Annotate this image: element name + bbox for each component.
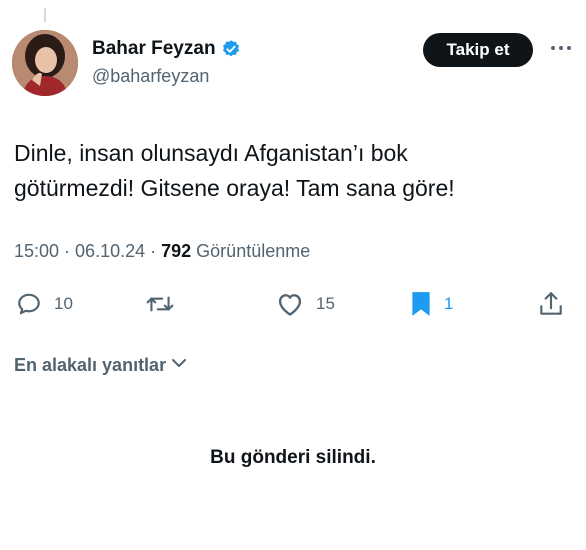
reply-count: 10	[54, 294, 73, 313]
share-button[interactable]	[538, 284, 564, 324]
follow-button[interactable]: Takip et	[423, 33, 533, 67]
more-icon[interactable]	[544, 36, 578, 60]
author-name-row: Bahar Feyzan	[92, 38, 241, 60]
meta-separator: ·	[64, 241, 71, 261]
views-label: Görüntülenme	[196, 241, 311, 261]
like-count: 15	[316, 294, 335, 313]
meta-separator: ·	[150, 241, 157, 261]
tweet-actions-bar: 10 15 1	[0, 284, 586, 324]
bookmark-icon	[410, 290, 432, 318]
like-button[interactable]: 15	[276, 284, 335, 324]
replies-sort-label: En alakalı yanıtlar	[14, 355, 167, 375]
author-handle[interactable]: @baharfeyzan	[92, 66, 209, 87]
tweet-text-line: Dinle, insan olunsaydı Afganistan’ı bok	[14, 140, 408, 166]
reply-button[interactable]: 10	[16, 284, 73, 324]
retweet-button[interactable]	[145, 284, 187, 324]
like-icon	[276, 291, 304, 317]
bookmark-button[interactable]: 1	[410, 284, 453, 324]
verified-badge-icon	[221, 39, 241, 59]
replies-sort-dropdown[interactable]: En alakalı yanıtlar	[14, 354, 188, 377]
tweet-text-line: götürmezdi! Gitsene oraya! Tam sana göre…	[14, 175, 455, 201]
views-count[interactable]: 792	[161, 241, 191, 262]
reply-icon	[16, 291, 42, 317]
avatar[interactable]	[12, 30, 78, 96]
chevron-down-icon	[170, 354, 188, 377]
tweet-date[interactable]: 06.10.24	[75, 241, 145, 262]
deleted-post-notice: Bu gönderi silindi.	[210, 447, 376, 468]
display-name[interactable]: Bahar Feyzan	[92, 38, 216, 60]
tweet-text: Dinle, insan olunsaydı Afganistan’ı bok …	[14, 136, 574, 206]
retweet-icon	[145, 291, 175, 317]
bookmark-count: 1	[444, 294, 454, 313]
tweet-time[interactable]: 15:00	[14, 241, 59, 262]
thread-connector-line	[44, 8, 46, 22]
share-icon	[538, 290, 564, 318]
tweet-meta: 15:00 · 06.10.24 · 792 Görüntülenme	[14, 241, 310, 262]
